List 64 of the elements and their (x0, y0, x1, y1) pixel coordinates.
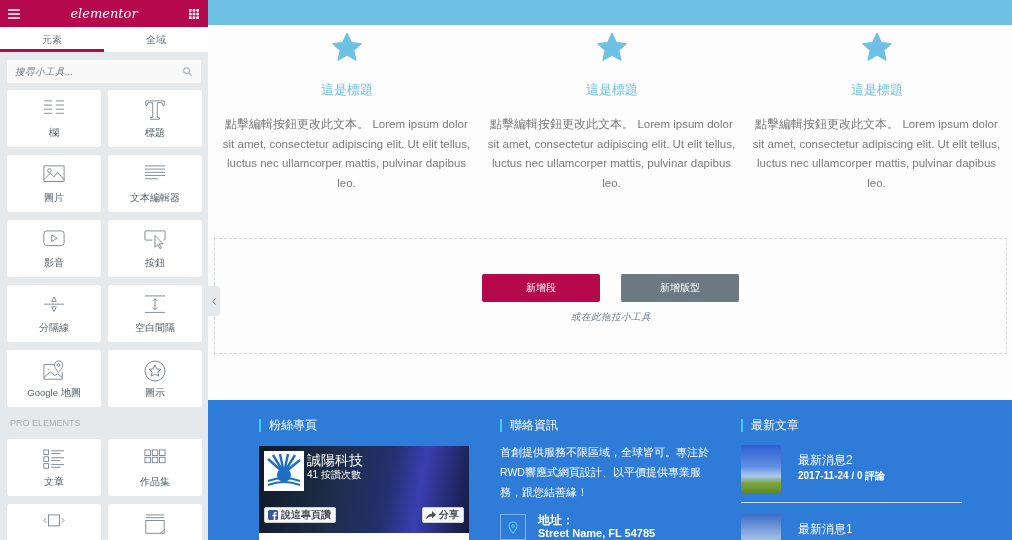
widget-card[interactable]: Google 地圖 (7, 350, 101, 407)
address-text: Street Name, FL 54785 (538, 527, 656, 539)
list-icon (43, 449, 65, 470)
like-count: 41 按讚次數 (307, 468, 362, 481)
grid-icon (144, 449, 166, 464)
image-icon (43, 165, 65, 183)
add-template-button[interactable]: 新增版型 (621, 274, 739, 302)
text-lines-icon (144, 165, 166, 180)
apps-grid-icon[interactable] (188, 8, 200, 19)
footer-heading: 聯絡資訊 (500, 419, 741, 432)
like-page-button[interactable]: 說這專頁讚 (264, 507, 336, 523)
chevron-left-icon (212, 297, 216, 305)
box-text: 點擊編輯按鈕更改此文本。 Lorem ipsum dolor sit amet, consectetur adipiscing elit. Ut elit tellus, luctus nec ullamcorper mattis, pulvinar dapibus leo. (751, 117, 1002, 191)
box-text: 點擊編輯按鈕更改此文本。 Lorem ipsum dolor sit amet, consectetur adipiscing elit. Ut elit tellus, luctus nec ullamcorper mattis, pulvinar dapibus leo. (221, 117, 472, 191)
contact-text: 首創提供服務不限區域，全球皆可。專注於RWD響應式網頁設計、以平價提供專業服務，跟您結善緣！ (500, 445, 710, 500)
star-icon (331, 33, 362, 62)
map-pin-icon (43, 360, 65, 381)
widget-card[interactable]: 空白間隔 (108, 285, 202, 342)
share-button[interactable]: 分享 (422, 507, 464, 523)
box-title: 這是標題 (320, 82, 373, 98)
video-icon (43, 230, 65, 247)
menu-icon[interactable] (8, 8, 20, 19)
star-icon (596, 33, 627, 62)
search-icon (183, 67, 192, 76)
widget-card[interactable]: 作品集 (108, 439, 202, 496)
section-title: PRO ELEMENTS (10, 419, 82, 428)
box-title: 這是標題 (585, 82, 638, 98)
sunburst-logo-icon (264, 451, 304, 491)
add-section-button[interactable]: 新增段 (482, 274, 600, 302)
widget-card[interactable]: 欄 (7, 90, 101, 147)
location-pin-icon (500, 514, 526, 540)
footer-heading: 最新文章 (741, 419, 982, 432)
columns-icon (43, 100, 65, 115)
widget-card[interactable]: 標題 (108, 90, 202, 147)
photo-placeholder (741, 445, 781, 493)
widget-card[interactable]: 圖片 (7, 155, 101, 212)
widget-card[interactable]: 影音 (7, 220, 101, 277)
page-name[interactable]: 誠陽科技 (307, 452, 363, 468)
share-arrow-icon (426, 510, 436, 520)
logo-text: elementor (70, 5, 138, 22)
collapse-button[interactable] (208, 286, 220, 316)
widget-card[interactable]: 分隔線 (7, 285, 101, 342)
facebook-icon (268, 510, 278, 520)
widget-card[interactable]: 按鈕 (108, 220, 202, 277)
box-text: 點擊編輯按鈕更改此文本。 Lorem ipsum dolor sit amet, consectetur adipiscing elit. Ut elit tellus, luctus nec ullamcorper mattis, pulvinar dapibus leo. (486, 117, 737, 191)
widget-card[interactable]: 文章 (7, 439, 101, 496)
search-field[interactable]: 搜尋小工具... (7, 60, 201, 83)
star-circle-icon (144, 360, 166, 382)
drop-hint: 或在此拖拉小工具 (570, 311, 651, 323)
letter-t-icon (144, 100, 166, 121)
spacer-icon (144, 295, 166, 314)
window-icon (144, 514, 166, 535)
widget-card[interactable]: 圖示 (108, 350, 202, 407)
star-icon (861, 33, 892, 62)
divider-icon (43, 295, 65, 314)
address-label: 地址： (538, 514, 575, 527)
box-title: 這是標題 (850, 82, 903, 98)
post-title[interactable]: 最新消息2 (798, 453, 886, 467)
button-cursor-icon (144, 230, 166, 250)
slider-arrows-icon (43, 514, 65, 527)
post-meta: 2017-11-24 / 0 評論 (798, 470, 886, 482)
footer-heading: 粉絲專頁 (259, 419, 500, 432)
post-title[interactable]: 最新消息1 (798, 522, 853, 536)
widget-card[interactable]: 文本編輯器 (108, 155, 202, 212)
